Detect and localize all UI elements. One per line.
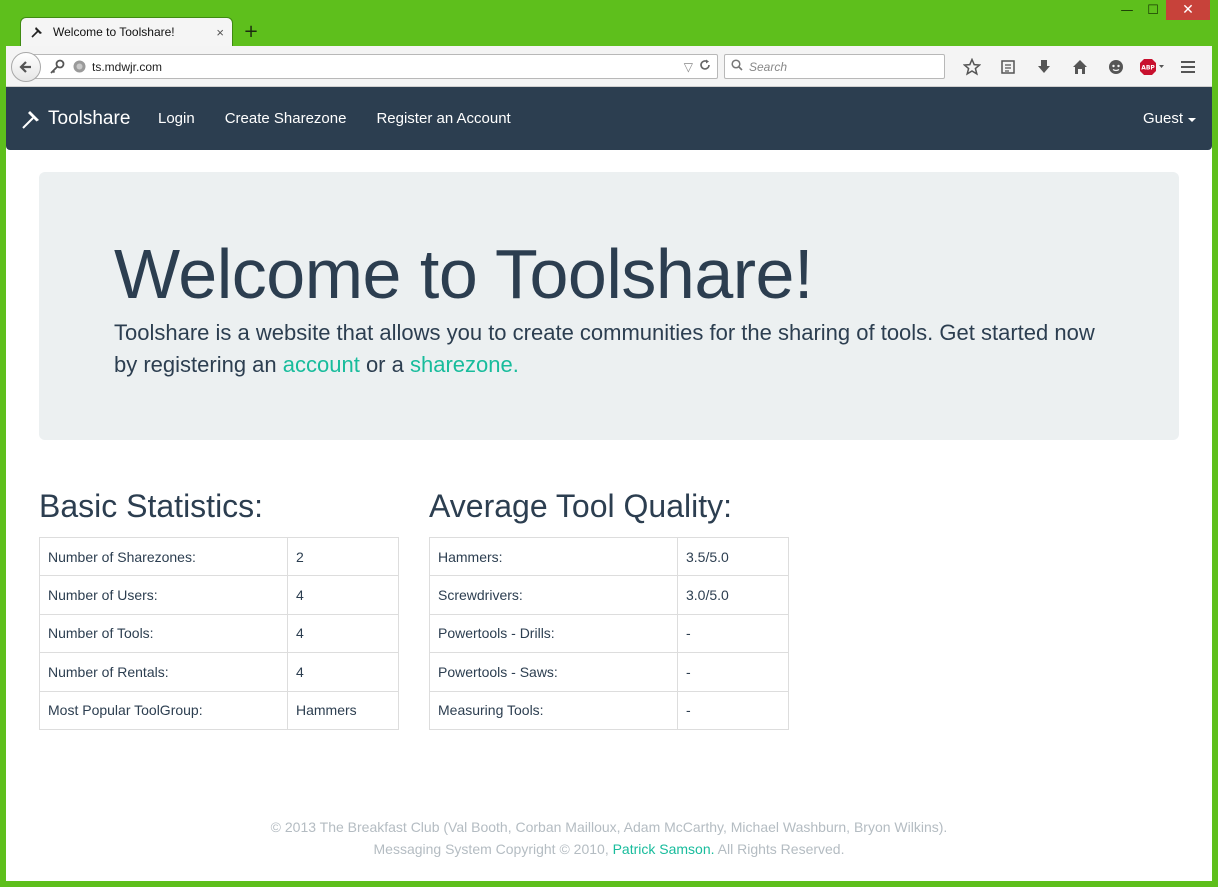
quality-label: Measuring Tools:	[429, 690, 678, 730]
quality-label: Screwdrivers:	[429, 575, 678, 615]
patrick-samson-link[interactable]: Patrick Samson.	[613, 841, 715, 857]
tab-title: Welcome to Toolshare!	[53, 25, 175, 39]
nav-login-link[interactable]: Login	[143, 110, 210, 127]
table-row: Measuring Tools: -	[429, 690, 789, 730]
svg-text:ABP: ABP	[1141, 64, 1155, 71]
table-row: Screwdrivers: 3.0/5.0	[429, 575, 789, 615]
table-row: Hammers: 3.5/5.0	[429, 536, 789, 577]
table-row: Number of Sharezones: 2	[39, 536, 399, 577]
footer-copyright: © 2013 The Breakfast Club (Val Booth, Co…	[270, 819, 948, 835]
tab-close-icon[interactable]: ×	[216, 25, 224, 40]
stat-label: Number of Sharezones:	[39, 536, 288, 577]
stat-label: Number of Tools:	[39, 613, 288, 654]
browser-toolbar: ts.mdwjr.com ▽ Search ABP	[6, 46, 1212, 87]
table-row: Number of Users: 4	[39, 575, 399, 615]
welcome-jumbotron: Welcome to Toolshare! Toolshare is a web…	[39, 172, 1179, 440]
adblock-icon[interactable]: ABP	[1134, 54, 1170, 79]
brand-link[interactable]: Toolshare	[20, 87, 130, 150]
stat-value: Hammers	[287, 690, 399, 730]
stat-value: 4	[287, 575, 399, 615]
download-icon[interactable]	[1026, 54, 1062, 79]
basic-statistics-heading: Basic Statistics:	[39, 488, 264, 524]
quality-label: Powertools - Drills:	[429, 613, 678, 654]
back-arrow-icon	[19, 61, 31, 73]
search-bar[interactable]: Search	[724, 54, 945, 79]
quality-value: 3.5/5.0	[677, 536, 789, 577]
table-row: Powertools - Drills: -	[429, 613, 789, 654]
browser-tab[interactable]: Welcome to Toolshare! ×	[20, 17, 233, 46]
nav-create-sharezone-link[interactable]: Create Sharezone	[210, 110, 362, 127]
home-icon[interactable]	[1062, 54, 1098, 79]
reading-list-icon[interactable]	[990, 54, 1026, 79]
close-window-button[interactable]: ✕	[1166, 0, 1210, 20]
stat-value: 4	[287, 613, 399, 654]
nav-links: Login Create Sharezone Register an Accou…	[143, 87, 526, 150]
welcome-text-intro: Toolshare is a website that allows you t…	[114, 320, 1095, 377]
nav-register-link[interactable]: Register an Account	[361, 110, 525, 127]
user-dropdown-label: Guest	[1142, 110, 1183, 127]
url-text[interactable]: ts.mdwjr.com	[92, 60, 684, 74]
brand-name: Toolshare	[48, 107, 131, 129]
window-controls: — ☐ ✕	[1114, 0, 1210, 20]
history-dropdown-icon[interactable]: ▽	[684, 60, 693, 74]
maximize-button[interactable]: ☐	[1140, 0, 1166, 20]
quality-value: -	[677, 652, 789, 692]
register-account-link[interactable]: account	[283, 352, 360, 377]
star-icon[interactable]	[954, 54, 990, 79]
globe-icon[interactable]	[73, 60, 86, 73]
caret-down-icon	[1188, 117, 1196, 122]
footer-messaging-text: Messaging System Copyright © 2010,	[373, 841, 613, 857]
tool-quality-heading: Average Tool Quality:	[429, 488, 732, 524]
footer-messaging-line: Messaging System Copyright © 2010, Patri…	[6, 838, 1212, 860]
stat-label: Number of Rentals:	[39, 652, 288, 692]
tool-quality-table: Hammers: 3.5/5.0 Screwdrivers: 3.0/5.0 Pow…	[429, 536, 789, 730]
register-sharezone-link[interactable]: sharezone.	[410, 352, 519, 377]
quality-value: -	[677, 613, 789, 654]
quality-value: 3.0/5.0	[677, 575, 789, 615]
hammer-icon	[20, 108, 42, 130]
page-viewport: Toolshare Login Create Sharezone Registe…	[6, 87, 1212, 881]
user-dropdown[interactable]: Guest	[1143, 87, 1196, 150]
table-row: Number of Rentals: 4	[39, 652, 399, 692]
stat-value: 2	[287, 536, 399, 577]
search-icon	[731, 58, 743, 76]
welcome-heading: Welcome to Toolshare!	[114, 235, 813, 313]
reload-icon[interactable]	[699, 59, 711, 74]
table-row: Number of Tools: 4	[39, 613, 399, 654]
table-row: Most Popular ToolGroup: Hammers	[39, 690, 399, 730]
toolbar-icons: ABP	[954, 54, 1206, 79]
quality-value: -	[677, 690, 789, 730]
new-tab-button[interactable]: +	[240, 20, 262, 42]
hammer-icon	[29, 24, 45, 40]
search-placeholder: Search	[749, 59, 788, 74]
window-titlebar: Welcome to Toolshare! × + — ☐ ✕	[0, 0, 1218, 46]
table-row: Powertools - Saws: -	[429, 652, 789, 692]
minimize-button[interactable]: —	[1114, 0, 1140, 20]
site-navbar: Toolshare Login Create Sharezone Registe…	[6, 87, 1212, 150]
basic-statistics-table: Number of Sharezones: 2 Number of Users: 4…	[39, 536, 399, 730]
quality-label: Hammers:	[429, 536, 678, 577]
url-bar[interactable]: ts.mdwjr.com ▽	[30, 54, 718, 79]
page-footer: © 2013 The Breakfast Club (Val Booth, Co…	[6, 816, 1212, 860]
stat-label: Most Popular ToolGroup:	[39, 690, 288, 730]
stat-label: Number of Users:	[39, 575, 288, 615]
chat-icon[interactable]	[1098, 54, 1134, 79]
menu-icon[interactable]	[1170, 54, 1206, 79]
stat-value: 4	[287, 652, 399, 692]
welcome-text: Toolshare is a website that allows you t…	[114, 317, 1114, 381]
welcome-text-mid: or a	[359, 352, 410, 377]
key-icon[interactable]	[49, 59, 65, 75]
quality-label: Powertools - Saws:	[429, 652, 678, 692]
footer-rights-text: All Rights Reserved.	[714, 841, 845, 857]
back-button[interactable]	[11, 52, 41, 82]
